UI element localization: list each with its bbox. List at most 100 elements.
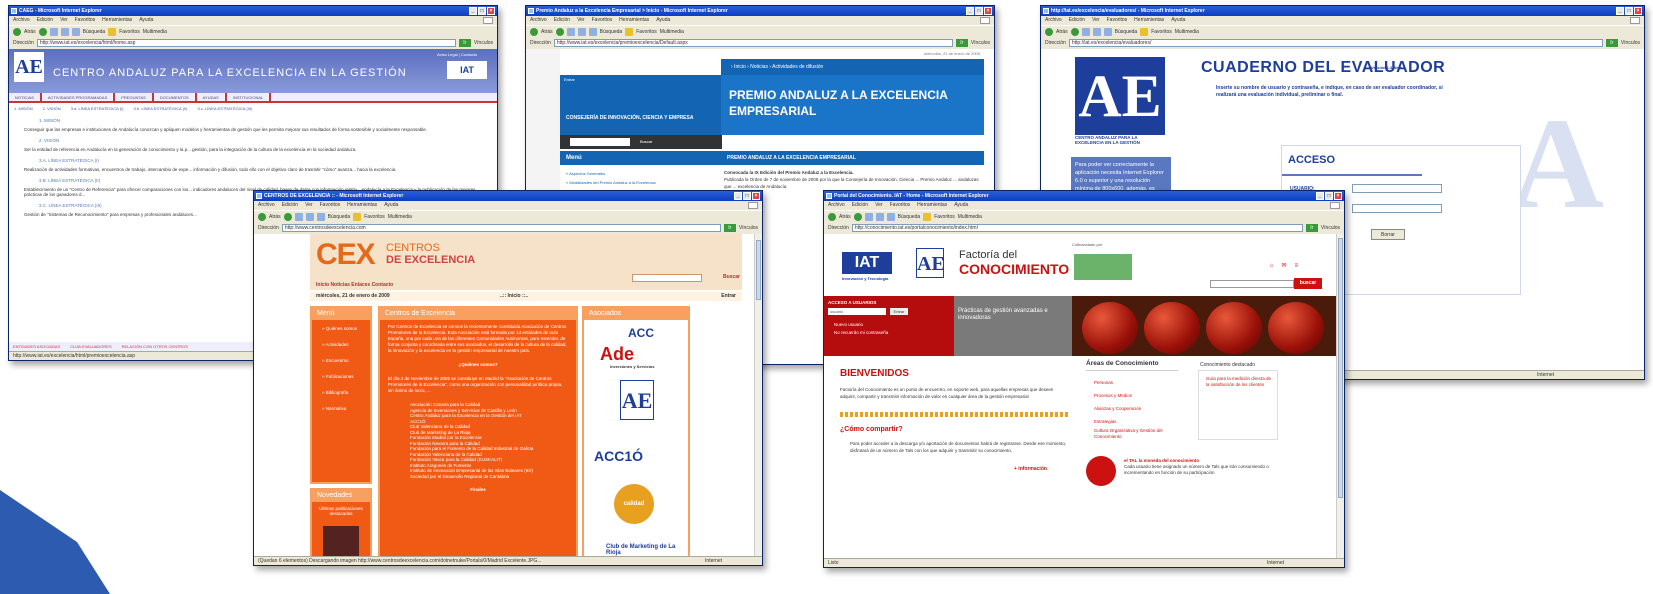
favorites-label[interactable]: Favoritos — [636, 29, 657, 35]
title-bar[interactable]: Portal del Conocimiento. IAT - Home - Mi… — [824, 191, 1344, 201]
browser-window-iat-portal[interactable]: Portal del Conocimiento. IAT - Home - Mi… — [823, 190, 1345, 568]
minimize-button[interactable]: _ — [1616, 7, 1624, 15]
favorites-icon[interactable] — [625, 28, 634, 36]
footer-relacion[interactable]: RELACIÓN CON OTROS CENTROS — [122, 342, 188, 351]
go-button[interactable]: Ir — [458, 39, 471, 47]
novedades-text[interactable]: Últimas publicaciones destacadas — [312, 502, 370, 520]
stop-icon[interactable] — [294, 213, 303, 221]
close-button[interactable]: × — [1334, 192, 1342, 200]
recuerdo-link[interactable]: No recuerdo mi contraseña — [834, 330, 888, 335]
usuario-input[interactable] — [1352, 184, 1442, 193]
home-icon[interactable] — [316, 213, 325, 221]
go-button[interactable]: Ir — [1605, 39, 1618, 47]
menu-ver[interactable]: Ver — [305, 202, 313, 208]
close-button[interactable]: × — [984, 7, 992, 15]
search-button[interactable]: buscar — [1294, 278, 1322, 289]
calidad-logo[interactable]: calidad — [614, 484, 654, 524]
menu-ayuda[interactable]: Ayuda — [656, 17, 670, 23]
favorites-label[interactable]: Favoritos — [119, 29, 140, 35]
multimedia-label[interactable]: Multimedia — [958, 214, 982, 220]
search-label[interactable]: Búsqueda — [328, 214, 351, 220]
stop-icon[interactable] — [864, 213, 873, 221]
multimedia-label[interactable]: Multimedia — [143, 29, 167, 35]
club-marketing-logo[interactable]: Club de Marketing de La Rioja — [606, 544, 676, 556]
search-button[interactable]: Buscar — [723, 274, 740, 280]
top-links[interactable]: › Inicio › Noticias › Actividades de dif… — [721, 59, 984, 75]
menu-favoritos[interactable]: Favoritos — [592, 17, 613, 23]
forward-icon[interactable] — [283, 213, 292, 221]
nav-actividades[interactable]: ACTIVIDADES PROGRAMADAS — [42, 93, 116, 101]
url-field[interactable]: http://iat.es/excelencia/evaluadores/ — [1068, 39, 1603, 47]
menu-herramientas[interactable]: Herramientas — [102, 17, 132, 23]
menu-item[interactable]: » Normativa — [312, 400, 370, 416]
search-button[interactable]: Buscar — [640, 139, 652, 144]
iat-logo[interactable]: IAT — [842, 252, 892, 274]
menu-edicion[interactable]: Edición — [282, 202, 298, 208]
menu-favoritos[interactable]: Favoritos — [1107, 17, 1128, 23]
minimize-button[interactable]: _ — [469, 7, 477, 15]
scroll-thumb[interactable] — [1338, 238, 1343, 498]
back-label[interactable]: Atrás — [24, 29, 36, 35]
search-input[interactable] — [1210, 280, 1294, 288]
favorites-label[interactable]: Favoritos — [934, 214, 955, 220]
search-label[interactable]: Búsqueda — [898, 214, 921, 220]
footer-entidades[interactable]: ENTIDADES ASOCIADAS — [13, 342, 60, 351]
menu-ver[interactable]: Ver — [1092, 17, 1100, 23]
menu-archivo[interactable]: Archivo — [1045, 17, 1062, 23]
url-field[interactable]: http://www.centrosdeexcelencia.com — [281, 224, 721, 232]
multimedia-label[interactable]: Multimedia — [660, 29, 684, 35]
password-input[interactable] — [1352, 204, 1442, 213]
favorites-icon[interactable] — [108, 28, 117, 36]
acc10-logo[interactable]: ACC1Ó — [594, 448, 643, 464]
nuevo-usuario-link[interactable]: Nuevo usuario — [834, 322, 863, 327]
subnav-linea-2[interactable]: 3.b. LÍNEA ESTRATÉGICA (II) — [134, 106, 188, 111]
search-input[interactable] — [570, 138, 630, 146]
top-links[interactable]: Aviso Legal | Contacto — [437, 52, 477, 57]
stop-icon[interactable] — [566, 28, 575, 36]
menu-archivo[interactable]: Archivo — [828, 202, 845, 208]
ae-logo[interactable]: AE — [916, 248, 945, 278]
menu-ver[interactable]: Ver — [577, 17, 585, 23]
home-icon[interactable] — [588, 28, 597, 36]
title-bar[interactable]: Premio Andaluz a la Excelencia Empresari… — [526, 6, 994, 16]
url-field[interactable]: http://conocimiento.iat.es/portalconocim… — [851, 224, 1303, 232]
destacado-link[interactable]: Guía para la medición directa de la sati… — [1206, 376, 1272, 388]
refresh-icon[interactable] — [1092, 28, 1101, 36]
menu-ayuda[interactable]: Ayuda — [384, 202, 398, 208]
menu-item[interactable]: » Quiénes somos — [312, 320, 370, 336]
title-bar[interactable]: CENTROS DE EXCELENCIA :: - Microsoft Int… — [254, 191, 762, 201]
menu-item[interactable]: » Publicaciones — [312, 368, 370, 384]
menu-item[interactable]: » Modalidades del Premio Andaluz a la Ex… — [566, 178, 656, 187]
entrar-link[interactable]: Entrar — [721, 292, 736, 301]
menu-herramientas[interactable]: Herramientas — [917, 202, 947, 208]
menu-item[interactable]: » Actividades — [312, 336, 370, 352]
favorites-icon[interactable] — [923, 213, 932, 221]
url-field[interactable]: http://www.iat.es/excelencia/html/home.a… — [36, 39, 456, 47]
refresh-icon[interactable] — [875, 213, 884, 221]
multimedia-label[interactable]: Multimedia — [1175, 29, 1199, 35]
menu-favoritos[interactable]: Favoritos — [320, 202, 341, 208]
minimize-button[interactable]: _ — [966, 7, 974, 15]
menu-herramientas[interactable]: Herramientas — [347, 202, 377, 208]
browser-window-cex[interactable]: CENTROS DE EXCELENCIA :: - Microsoft Int… — [253, 190, 763, 566]
book-cover-image[interactable] — [323, 526, 359, 556]
links-label[interactable]: Vínculos — [739, 225, 758, 231]
nav-documentos[interactable]: DOCUMENTOS — [154, 93, 197, 101]
close-button[interactable]: × — [1634, 7, 1642, 15]
maximize-button[interactable]: □ — [478, 7, 486, 15]
menu-archivo[interactable]: Archivo — [13, 17, 30, 23]
iat-logo[interactable]: IAT — [447, 61, 487, 79]
search-label[interactable]: Búsqueda — [600, 29, 623, 35]
refresh-icon[interactable] — [577, 28, 586, 36]
stop-icon[interactable] — [1081, 28, 1090, 36]
go-button[interactable]: Ir — [1305, 224, 1318, 232]
back-icon[interactable] — [530, 28, 538, 36]
acc-logo[interactable]: ACC — [628, 326, 654, 340]
entrar-link[interactable]: Entrar — [564, 77, 575, 82]
menu-favoritos[interactable]: Favoritos — [75, 17, 96, 23]
forward-icon[interactable] — [853, 213, 862, 221]
borrar-button[interactable]: Borrar — [1371, 229, 1405, 240]
ae-logo[interactable]: AE — [620, 380, 654, 420]
forward-icon[interactable] — [1070, 28, 1079, 36]
minimize-button[interactable]: _ — [1316, 192, 1324, 200]
